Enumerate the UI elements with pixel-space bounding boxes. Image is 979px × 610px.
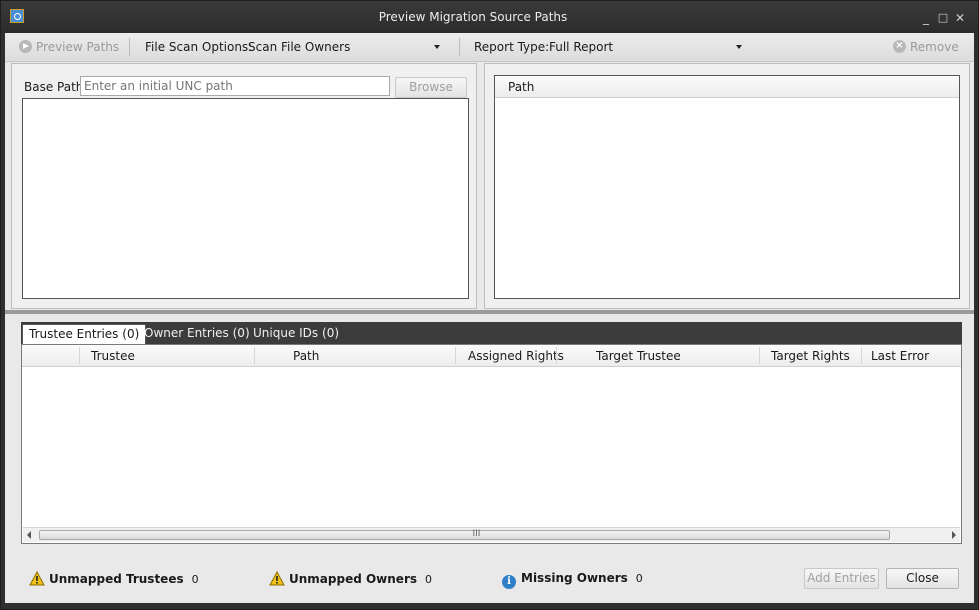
tab-count: (0) xyxy=(322,326,340,340)
column-divider xyxy=(861,347,862,364)
unmapped-trustees-label: Unmapped Trustees xyxy=(49,572,184,586)
base-path-label: Base Path xyxy=(24,80,84,94)
info-icon: i xyxy=(502,575,516,589)
column-header-path[interactable]: Path xyxy=(293,349,319,363)
scroll-left-arrow-icon[interactable] xyxy=(27,531,31,539)
source-path-pane: Base Path Browse xyxy=(11,63,477,309)
missing-owners-count: 0 xyxy=(635,572,643,585)
maximize-button[interactable]: □ xyxy=(936,11,950,25)
base-path-input[interactable] xyxy=(80,76,390,96)
column-divider xyxy=(254,347,255,364)
add-entries-button[interactable]: Add Entries xyxy=(804,568,879,589)
paths-list[interactable]: Path xyxy=(494,75,960,299)
unmapped-owners-count: 0 xyxy=(425,573,433,586)
warning-icon xyxy=(29,571,45,586)
entries-grid-header: Trustee Path Assigned Rights Target Trus… xyxy=(22,345,961,367)
entries-tab-strip: Trustee Entries (0) Owner Entries (0) Un… xyxy=(21,322,962,344)
unmapped-trustees-count: 0 xyxy=(191,573,199,586)
file-scan-options-dropdown[interactable]: Scan File Owners xyxy=(244,37,444,56)
missing-owners-status[interactable]: i Missing Owners 0 xyxy=(502,571,643,589)
close-window-button[interactable]: ✕ xyxy=(953,11,967,25)
tab-unique-ids[interactable]: Unique IDs (0) xyxy=(247,324,345,344)
chevron-down-icon xyxy=(434,45,440,49)
column-divider xyxy=(79,347,80,364)
remove-icon: × xyxy=(893,40,906,53)
column-header-path[interactable]: Path xyxy=(508,80,534,94)
title-bar[interactable]: Preview Migration Source Paths _ □ ✕ xyxy=(1,1,978,33)
toolbar-separator xyxy=(129,38,130,56)
chevron-down-icon xyxy=(736,45,742,49)
column-header-target-rights[interactable]: Target Rights xyxy=(771,349,850,363)
report-type-label: Report Type: xyxy=(474,40,550,54)
column-header-assigned-rights[interactable]: Assigned Rights xyxy=(468,349,564,363)
minimize-button[interactable]: _ xyxy=(919,11,933,25)
paths-list-header: Path xyxy=(495,76,959,98)
unmapped-trustees-status[interactable]: Unmapped Trustees 0 xyxy=(29,571,199,586)
close-button[interactable]: Close xyxy=(886,568,959,589)
entries-area: Trustee Entries (0) Owner Entries (0) Un… xyxy=(5,314,974,603)
missing-owners-label: Missing Owners xyxy=(521,571,628,585)
play-icon xyxy=(19,40,32,53)
horizontal-scrollbar[interactable]: III xyxy=(23,527,960,542)
column-divider xyxy=(455,347,456,364)
toolbar-separator xyxy=(459,38,460,56)
warning-icon xyxy=(269,571,285,586)
column-header-target-trustee[interactable]: Target Trustee xyxy=(596,349,681,363)
browse-button[interactable]: Browse xyxy=(395,77,467,98)
column-divider xyxy=(556,347,557,364)
unmapped-owners-label: Unmapped Owners xyxy=(289,572,418,586)
tab-count: (0) xyxy=(122,327,140,341)
remove-label: Remove xyxy=(910,40,959,54)
report-type-value: Full Report xyxy=(549,40,614,54)
tab-label: Owner Entries xyxy=(144,326,229,340)
column-header-trustee[interactable]: Trustee xyxy=(91,349,135,363)
paths-pane: Path xyxy=(484,63,970,309)
tab-owner-entries[interactable]: Owner Entries (0) xyxy=(138,324,256,344)
report-type-dropdown[interactable]: Full Report xyxy=(545,37,746,56)
scrollbar-grip: III xyxy=(472,529,481,539)
folder-tree[interactable] xyxy=(22,98,469,299)
preview-paths-button[interactable]: Preview Paths xyxy=(19,40,119,54)
scrollbar-thumb[interactable]: III xyxy=(39,529,890,540)
preview-migration-window: Preview Migration Source Paths _ □ ✕ Pre… xyxy=(0,0,979,610)
preview-paths-label: Preview Paths xyxy=(36,40,120,54)
scroll-right-arrow-icon[interactable] xyxy=(952,531,956,539)
toolbar: Preview Paths File Scan Options: Scan Fi… xyxy=(5,33,974,62)
tab-label: Trustee Entries xyxy=(29,327,119,341)
file-scan-options-value: Scan File Owners xyxy=(248,40,351,54)
file-scan-options-label: File Scan Options: xyxy=(145,40,253,54)
column-header-last-error[interactable]: Last Error xyxy=(871,349,929,363)
tab-label: Unique IDs xyxy=(253,326,319,340)
entries-grid[interactable]: Trustee Path Assigned Rights Target Trus… xyxy=(21,344,962,544)
unmapped-owners-status[interactable]: Unmapped Owners 0 xyxy=(269,571,432,586)
window-title: Preview Migration Source Paths xyxy=(378,10,568,24)
remove-button[interactable]: × Remove xyxy=(893,40,959,54)
client-area: Preview Paths File Scan Options: Scan Fi… xyxy=(5,33,974,603)
column-divider xyxy=(759,347,760,364)
tab-trustee-entries[interactable]: Trustee Entries (0) xyxy=(22,324,147,344)
